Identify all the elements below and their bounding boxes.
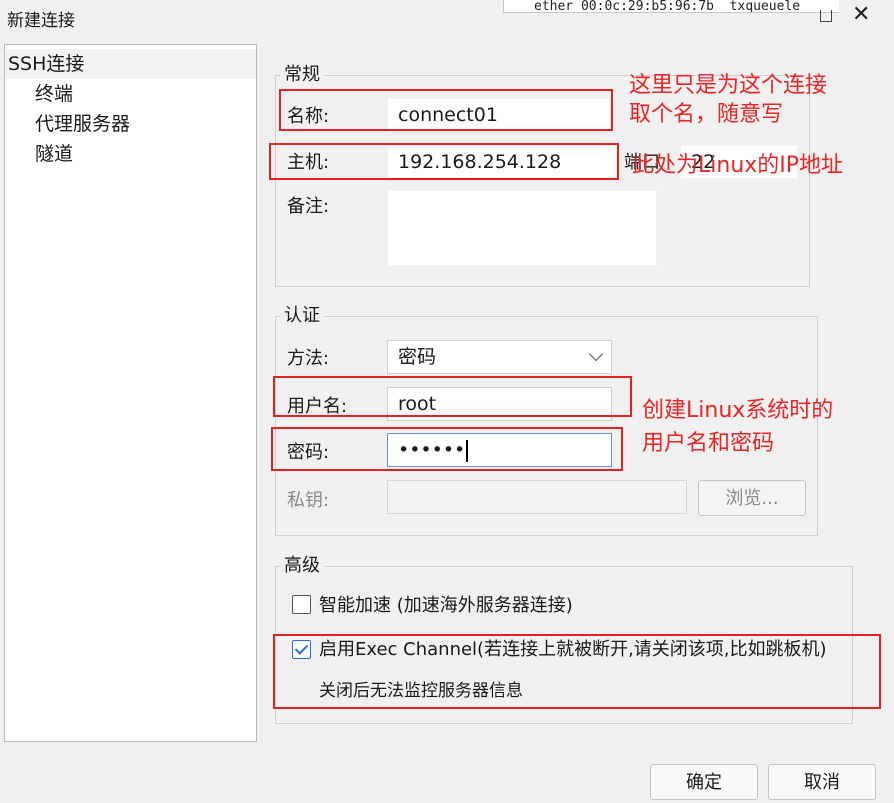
privatekey-label: 私钥: bbox=[287, 490, 330, 511]
smart-accel-checkbox[interactable] bbox=[292, 595, 311, 614]
browse-button: 浏览... bbox=[698, 480, 806, 516]
privatekey-input bbox=[387, 480, 687, 514]
method-select-value: 密码 bbox=[398, 346, 437, 368]
sidebar-tree: SSH连接 终端 代理服务器 隧道 bbox=[4, 44, 257, 742]
sidebar-item-proxy[interactable]: 代理服务器 bbox=[35, 109, 130, 139]
annotation-box-username bbox=[273, 376, 632, 417]
annotation-box-password bbox=[271, 427, 623, 471]
chevron-down-icon bbox=[588, 346, 604, 362]
annotation-name-note-line1: 这里只是为这个连接 bbox=[629, 73, 828, 98]
method-select[interactable]: 密码 bbox=[387, 340, 612, 374]
sidebar-item-terminal[interactable]: 终端 bbox=[35, 79, 73, 109]
method-label: 方法: bbox=[287, 348, 330, 369]
annotation-box-exec-channel bbox=[273, 634, 881, 709]
window-restore-icon[interactable] bbox=[820, 10, 832, 22]
sidebar-item-ssh[interactable]: SSH连接 bbox=[5, 49, 256, 79]
annotation-credentials-note-line1: 创建Linux系统时的 bbox=[642, 398, 834, 423]
annotation-credentials-note-line2: 用户名和密码 bbox=[642, 431, 775, 456]
advanced-group-title: 高级 bbox=[280, 555, 324, 577]
annotation-name-note-line2: 取个名，随意写 bbox=[629, 102, 784, 127]
annotation-host-note: 此处为Linux的IP地址 bbox=[632, 153, 844, 178]
close-icon[interactable]: ✕ bbox=[852, 2, 870, 28]
sidebar-item-tunnel[interactable]: 隧道 bbox=[35, 139, 73, 169]
annotation-box-name bbox=[279, 89, 613, 131]
general-group-title: 常规 bbox=[280, 64, 324, 86]
auth-group-title: 认证 bbox=[280, 305, 324, 327]
remark-input[interactable] bbox=[387, 190, 657, 266]
remark-label: 备注: bbox=[287, 196, 330, 217]
smart-accel-label[interactable]: 智能加速 (加速海外服务器连接) bbox=[319, 594, 573, 618]
background-terminal-text: ether 00:0c:29:b5:96:7b txqueuele bbox=[503, 0, 839, 13]
annotation-box-host bbox=[269, 143, 619, 180]
cancel-button[interactable]: 取消 bbox=[768, 764, 876, 800]
window-title: 新建连接 bbox=[7, 11, 75, 31]
ok-button[interactable]: 确定 bbox=[650, 764, 758, 800]
